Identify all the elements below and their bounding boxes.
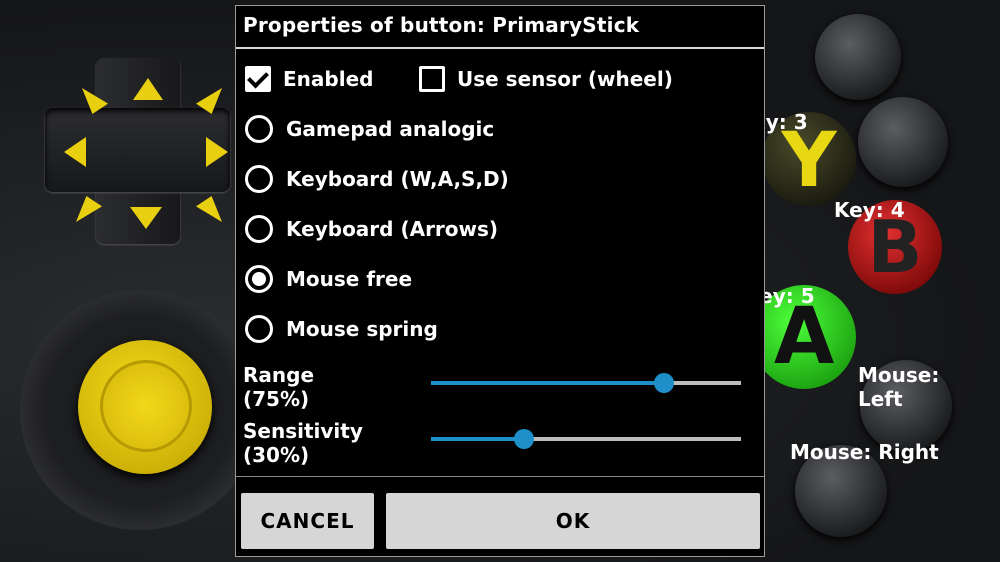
dpad-down-arrow-icon[interactable] [130,207,162,229]
dpad-right-arrow-icon[interactable] [206,137,228,167]
use-sensor-label: Use sensor (wheel) [457,67,673,91]
dpad-left-arrow-icon[interactable] [64,137,86,167]
mouse-right-label: Mouse: Right [790,440,939,464]
use-sensor-checkbox-row[interactable]: Use sensor (wheel) [419,66,673,92]
mode-label: Mouse free [286,267,413,291]
mode-radio-mouse-free[interactable]: Mouse free [245,265,412,293]
sensitivity-label: Sensitivity [243,419,363,443]
mode-radio-keyboard-wasd[interactable]: Keyboard (W,A,S,D) [245,165,509,193]
enabled-checkbox[interactable] [245,66,271,92]
sensitivity-value: (30%) [243,443,310,467]
title-divider [236,47,764,49]
mode-radio-keyboard-arrows[interactable]: Keyboard (Arrows) [245,215,498,243]
r2-button[interactable] [858,97,948,187]
cancel-button[interactable]: CANCEL [241,493,374,549]
mouse-left-label: Mouse: Left [858,363,940,411]
radio-button[interactable] [245,115,273,143]
range-slider[interactable] [431,373,741,393]
radio-dot-icon [252,272,266,286]
range-label: Range [243,363,315,387]
slider-thumb[interactable] [653,373,674,393]
mode-radio-gamepad-analogic[interactable]: Gamepad analogic [245,115,494,143]
range-label-block: Range (75%) [243,363,314,411]
ok-button[interactable]: OK [386,493,760,549]
radio-button[interactable] [245,315,273,343]
button-divider [236,476,764,477]
button-properties-dialog: Properties of button: PrimaryStick Enabl… [235,5,765,557]
range-value: (75%) [243,387,310,411]
key-4-label: Key: 4 [834,198,905,222]
mode-radio-mouse-spring[interactable]: Mouse spring [245,315,438,343]
mode-label: Mouse spring [286,317,438,341]
l2-button[interactable] [815,14,901,100]
use-sensor-checkbox[interactable] [419,66,445,92]
radio-button[interactable] [245,165,273,193]
mode-label: Keyboard (W,A,S,D) [286,167,509,191]
dpad-up-arrow-icon[interactable] [133,78,163,100]
slider-thumb[interactable] [514,429,534,449]
radio-button-selected[interactable] [245,265,273,293]
slider-fill [431,381,664,385]
dialog-title: Properties of button: PrimaryStick [243,13,640,37]
radio-button[interactable] [245,215,273,243]
mode-label: Keyboard (Arrows) [286,217,499,241]
slider-fill [431,437,524,441]
enabled-label: Enabled [283,67,374,91]
sensitivity-label-block: Sensitivity (30%) [243,419,363,467]
primary-stick-cap [100,360,192,452]
check-icon [247,66,269,88]
dialog-title-bar: Properties of button: PrimaryStick [236,6,764,46]
sensitivity-slider[interactable] [431,429,741,449]
enabled-checkbox-row[interactable]: Enabled [245,66,373,92]
mode-label: Gamepad analogic [286,117,495,141]
